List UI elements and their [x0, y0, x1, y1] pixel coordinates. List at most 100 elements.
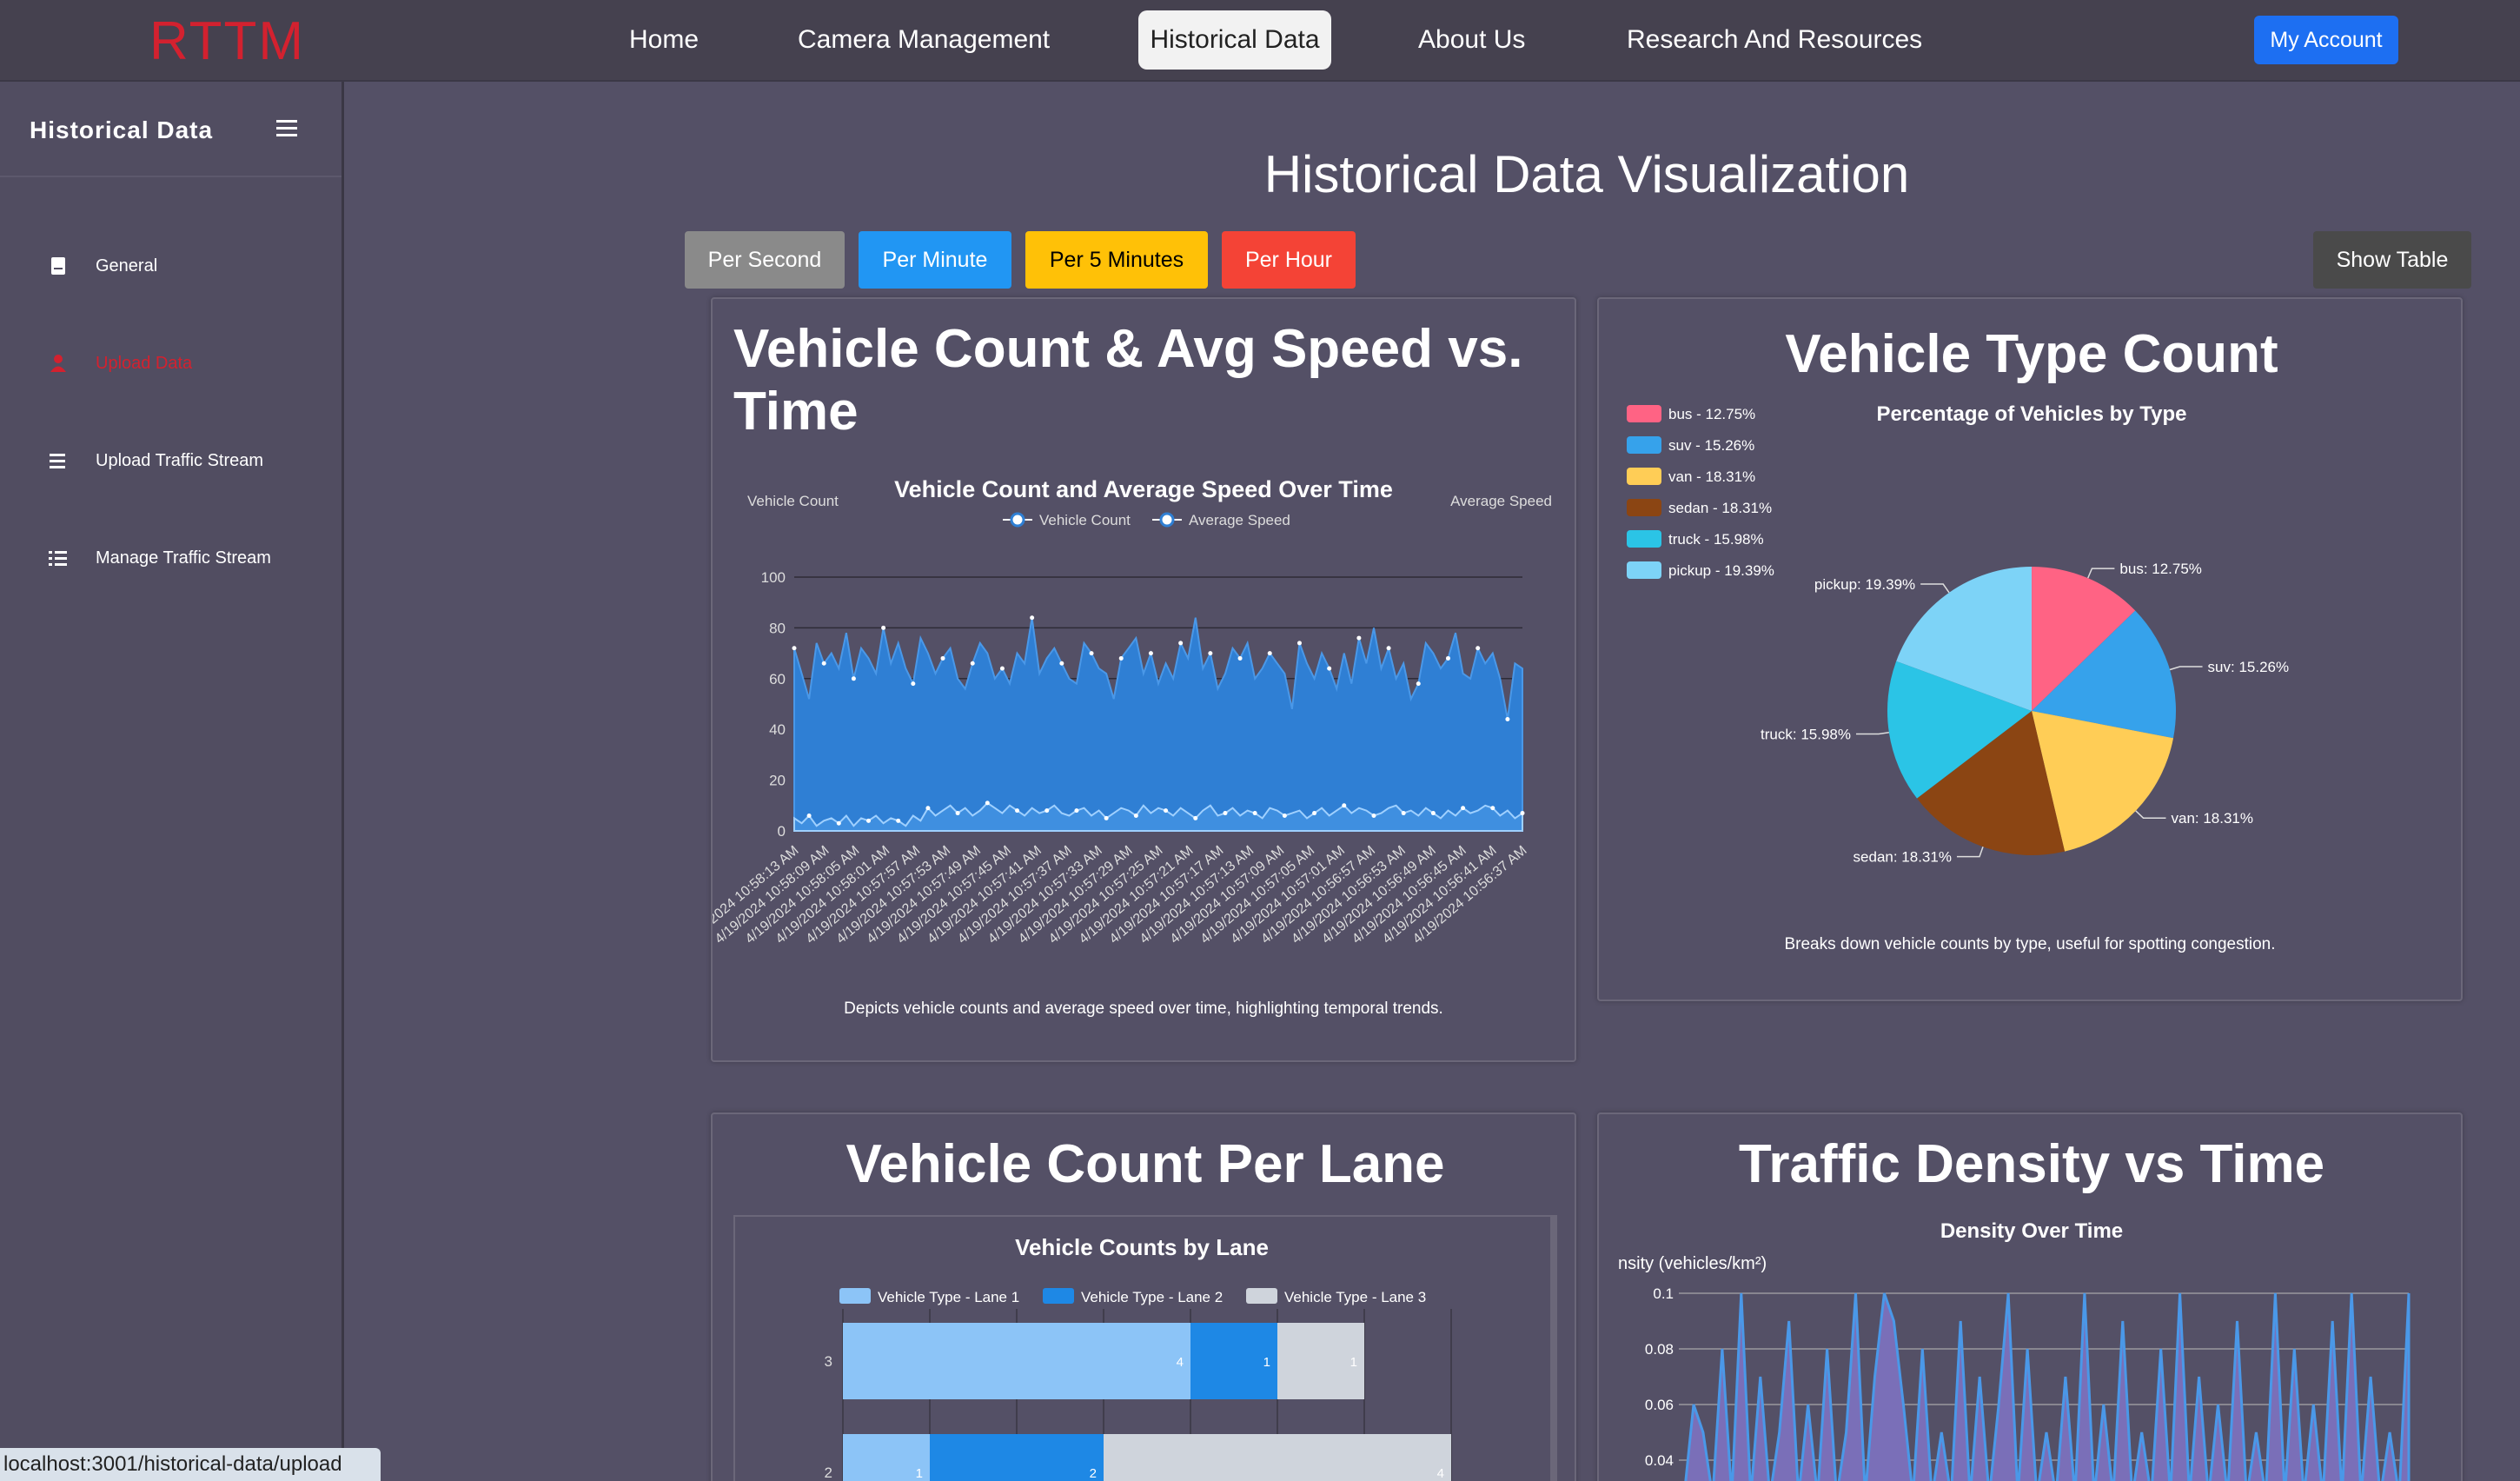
legend-label: Vehicle Type - Lane 3	[1284, 1289, 1426, 1305]
vehicle-count-point	[1356, 635, 1362, 641]
pie-data-label: truck: 15.98%	[1761, 727, 1851, 743]
legend-swatch	[1627, 499, 1661, 516]
vehicle-count-point	[821, 661, 826, 666]
my-account-button[interactable]: My Account	[2254, 16, 2398, 64]
count-speed-card: Vehicle Count & Avg Speed vs. Time Vehic…	[711, 297, 1576, 1062]
bar-value-label: 1	[916, 1466, 923, 1481]
y-tick-label: 40	[769, 721, 786, 738]
legend-label: Average Speed	[1189, 512, 1290, 528]
average-speed-point	[955, 811, 960, 816]
vehicle-count-point	[1416, 681, 1421, 687]
legend-swatch	[1627, 436, 1661, 454]
list-icon	[45, 452, 71, 469]
brand-logo[interactable]: RTTM	[149, 10, 305, 72]
hamburger-menu-icon[interactable]	[276, 118, 302, 145]
vehicle-count-point	[999, 666, 1005, 671]
average-speed-point	[1223, 811, 1228, 816]
sidebar-item-label: Upload Data	[96, 353, 193, 373]
show-table-button[interactable]: Show Table	[2313, 231, 2471, 289]
vehicle-count-point	[1059, 661, 1064, 666]
chart-caption: Depicts vehicle counts and average speed…	[844, 1000, 1443, 1018]
y-tick-label: 80	[769, 620, 786, 636]
lane-bar-chart: Vehicle Counts by Lane Vehicle Type - Lan…	[825, 1234, 1452, 1481]
lane-chart-frame: Vehicle Counts by Lane Vehicle Type - Lan…	[733, 1215, 1557, 1481]
legend-label: van - 18.31%	[1668, 468, 1755, 485]
pie-leader-line	[1920, 583, 1950, 594]
density-chart: Density Over Time nsity (vehicles/km²) 0.0…	[1618, 1219, 2411, 1481]
average-speed-point	[1044, 808, 1050, 814]
chart-title: Vehicle Count and Average Speed Over Tim…	[894, 476, 1393, 502]
vehicle-count-point	[1208, 651, 1213, 656]
average-speed-point	[1520, 811, 1525, 816]
average-speed-point	[1282, 813, 1287, 818]
y-axis-label-left: Vehicle Count	[747, 493, 839, 509]
density-card: Traffic Density vs Time Density Over Tim…	[1597, 1112, 2463, 1481]
average-speed-point	[1490, 806, 1495, 811]
y-axis-label: nsity (vehicles/km²)	[1618, 1254, 1767, 1273]
average-speed-point	[1104, 815, 1109, 820]
sidebar-title: Historical Data	[30, 116, 214, 143]
nav-camera-management[interactable]: Camera Management	[787, 10, 1060, 70]
sidebar-item-label: Upload Traffic Stream	[96, 450, 264, 470]
legend-swatch	[839, 1288, 871, 1304]
legend-swatch	[1627, 561, 1661, 579]
pie-leader-line	[1855, 731, 1889, 735]
legend-label: truck - 15.98%	[1668, 531, 1764, 548]
bar-value-label: 1	[1263, 1355, 1270, 1370]
chart-title: Density Over Time	[1940, 1219, 2123, 1243]
legend-swatch	[1627, 468, 1661, 485]
top-navbar: RTTM Home Camera Management Historical D…	[0, 0, 2520, 82]
vehicle-count-point	[792, 646, 797, 651]
nav-research-resources[interactable]: Research And Resources	[1616, 10, 1933, 70]
sidebar-item-label: General	[96, 256, 158, 276]
per-hour-button[interactable]: Per Hour	[1222, 231, 1356, 289]
average-speed-point	[1371, 813, 1376, 818]
average-speed-point	[1401, 811, 1406, 816]
legend-label: bus - 12.75%	[1668, 406, 1755, 422]
sidebar: Historical Data General Upload Data Uplo…	[0, 82, 344, 1481]
y-tick-label: 0.1	[1653, 1285, 1674, 1302]
card-title: Vehicle Count Per Lane	[846, 1134, 1445, 1194]
legend-label: Vehicle Type - Lane 1	[878, 1289, 1019, 1305]
pie-data-label: sedan: 18.31%	[1854, 849, 1952, 866]
nav-home[interactable]: Home	[619, 10, 709, 70]
per-5-minutes-button[interactable]: Per 5 Minutes	[1025, 231, 1208, 289]
y-tick-label: 60	[769, 671, 786, 687]
per-second-button[interactable]: Per Second	[685, 231, 845, 289]
sidebar-item-general[interactable]: General	[45, 249, 157, 283]
bar-value-label: 4	[1177, 1355, 1184, 1370]
lane-count-card: Vehicle Count Per Lane Vehicle Counts by…	[711, 1112, 1576, 1481]
sidebar-item-label: Manage Traffic Stream	[96, 548, 271, 568]
user-icon	[45, 354, 71, 373]
sidebar-item-upload-data[interactable]: Upload Data	[45, 346, 192, 381]
book-icon	[45, 256, 71, 276]
average-speed-point	[896, 818, 901, 823]
y-tick-label: 20	[769, 773, 786, 789]
nav-about-us[interactable]: About Us	[1408, 10, 1535, 70]
average-speed-point	[1430, 811, 1436, 816]
y-tick-label: 3	[825, 1353, 832, 1370]
nav-historical-data[interactable]: Historical Data	[1138, 10, 1331, 70]
sidebar-item-manage-traffic-stream[interactable]: Manage Traffic Stream	[45, 541, 271, 575]
checklist-icon	[45, 549, 71, 567]
chart-title: Vehicle Counts by Lane	[1015, 1234, 1269, 1260]
vehicle-count-point	[1030, 615, 1035, 621]
vehicle-count-point	[1118, 655, 1124, 661]
average-speed-point	[985, 800, 990, 806]
legend-label: Vehicle Count	[1039, 512, 1131, 528]
sidebar-divider	[0, 176, 342, 177]
bar-value-label: 4	[1437, 1466, 1444, 1481]
pie-leader-line	[2087, 568, 2115, 579]
sidebar-item-upload-traffic-stream[interactable]: Upload Traffic Stream	[45, 443, 263, 478]
type-count-card: Vehicle Type Count Percentage of Vehicle…	[1597, 297, 2463, 1001]
y-axis-label-right: Average Speed	[1450, 493, 1552, 509]
average-speed-point	[1133, 813, 1138, 818]
vehicle-count-point	[970, 661, 975, 666]
status-bar-url: localhost:3001/historical-data/upload	[0, 1448, 381, 1481]
average-speed-point	[1461, 806, 1466, 811]
per-minute-button[interactable]: Per Minute	[859, 231, 1011, 289]
vehicle-count-point	[1386, 646, 1391, 651]
vehicle-count-point	[1327, 666, 1332, 671]
average-speed-point	[1342, 803, 1347, 808]
vehicle-count-point	[1476, 646, 1481, 651]
